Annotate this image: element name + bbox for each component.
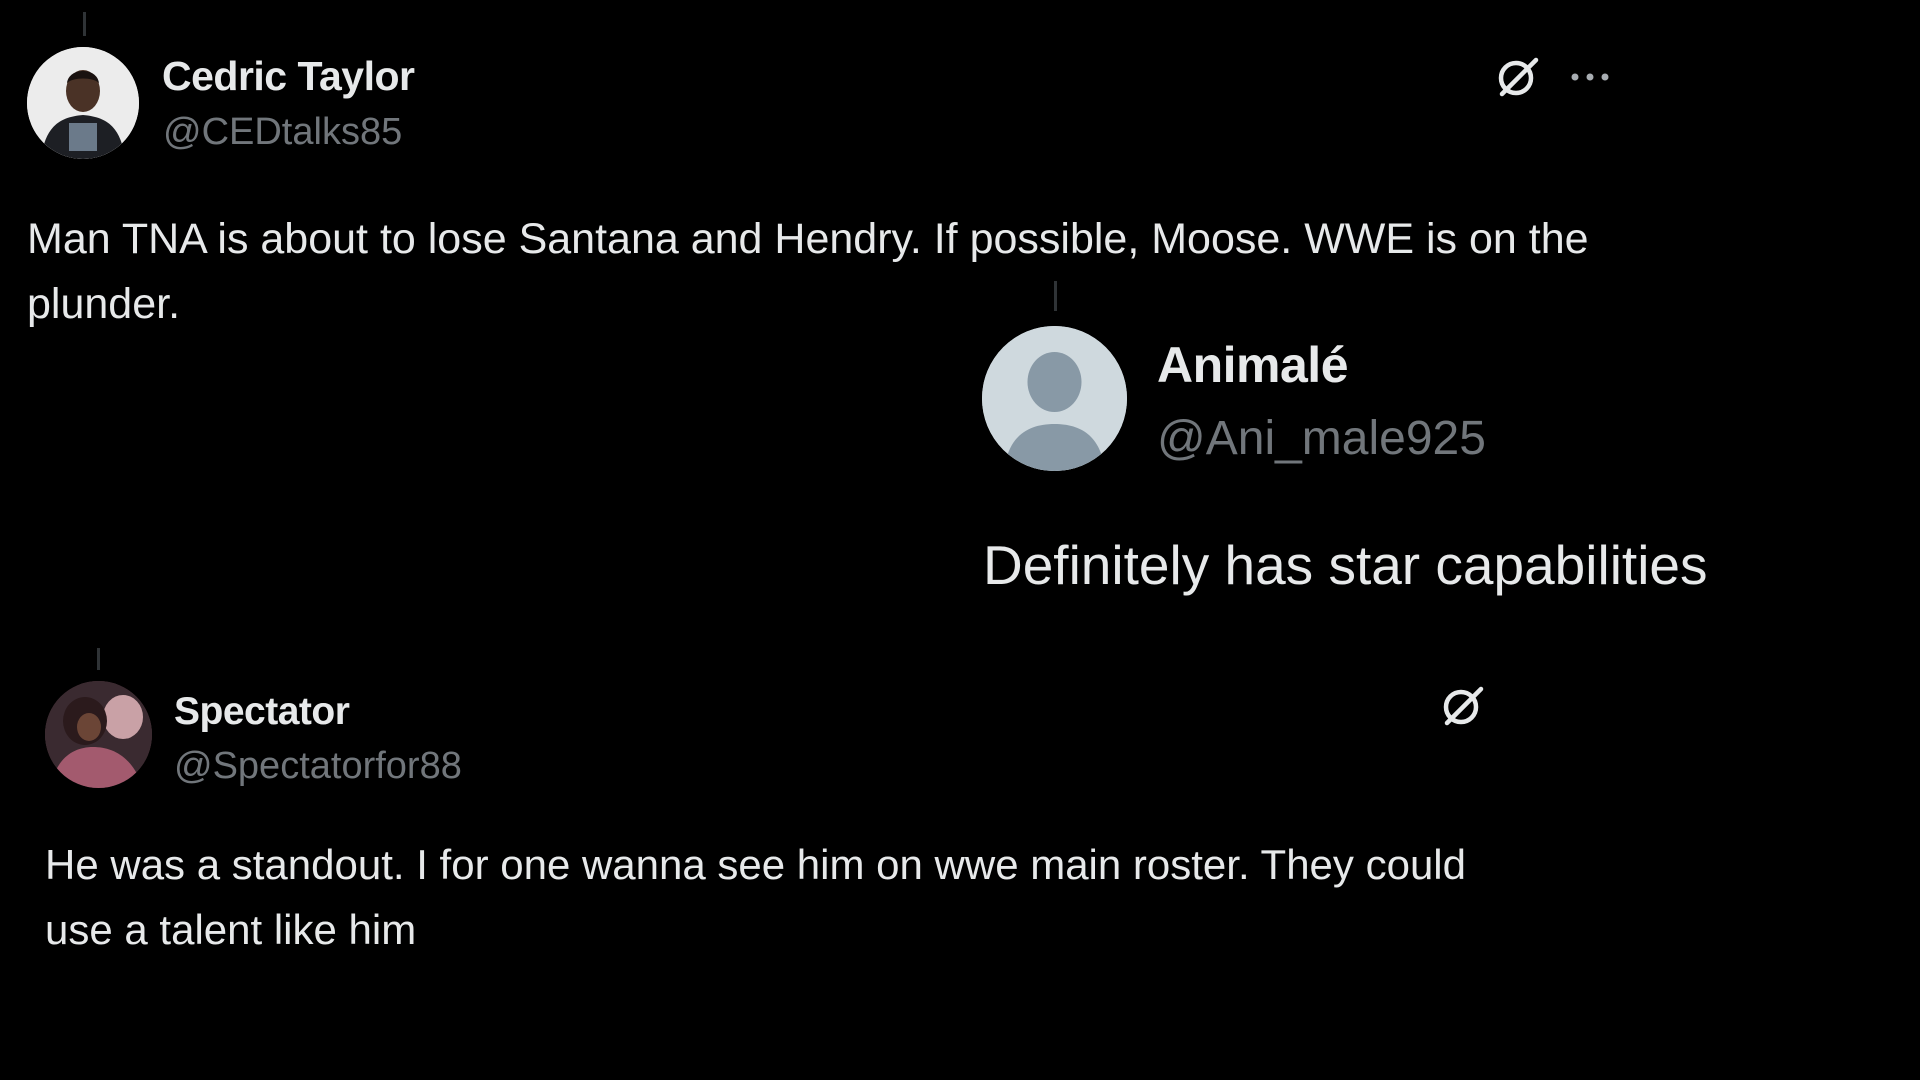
user-handle[interactable]: @CEDtalks85 [163, 111, 402, 154]
grok-icon[interactable] [1490, 50, 1544, 104]
user-handle[interactable]: @Ani_male925 [1157, 411, 1486, 466]
display-name[interactable]: Cedric Taylor [162, 53, 415, 100]
display-name[interactable]: Animalé [1157, 336, 1349, 394]
avatar[interactable] [27, 47, 139, 159]
grok-icon[interactable] [1436, 680, 1488, 732]
default-avatar-icon [982, 326, 1127, 471]
avatar-photo [27, 47, 139, 159]
display-name[interactable]: Spectator [174, 690, 350, 734]
thread-connector [83, 12, 86, 36]
tweet-text: Definitely has star capabilities [983, 534, 1708, 596]
more-icon[interactable] [1565, 55, 1615, 99]
user-handle[interactable]: @Spectatorfor88 [174, 745, 462, 788]
tweet-text: He was a standout. I for one wanna see h… [45, 841, 1466, 954]
thread-connector [97, 648, 100, 670]
tweet-text: Man TNA is about to lose Santana and Hen… [27, 215, 1589, 329]
avatar[interactable] [982, 326, 1127, 471]
avatar[interactable] [45, 681, 152, 788]
thread-connector [1054, 281, 1057, 311]
avatar-photo [45, 681, 152, 788]
